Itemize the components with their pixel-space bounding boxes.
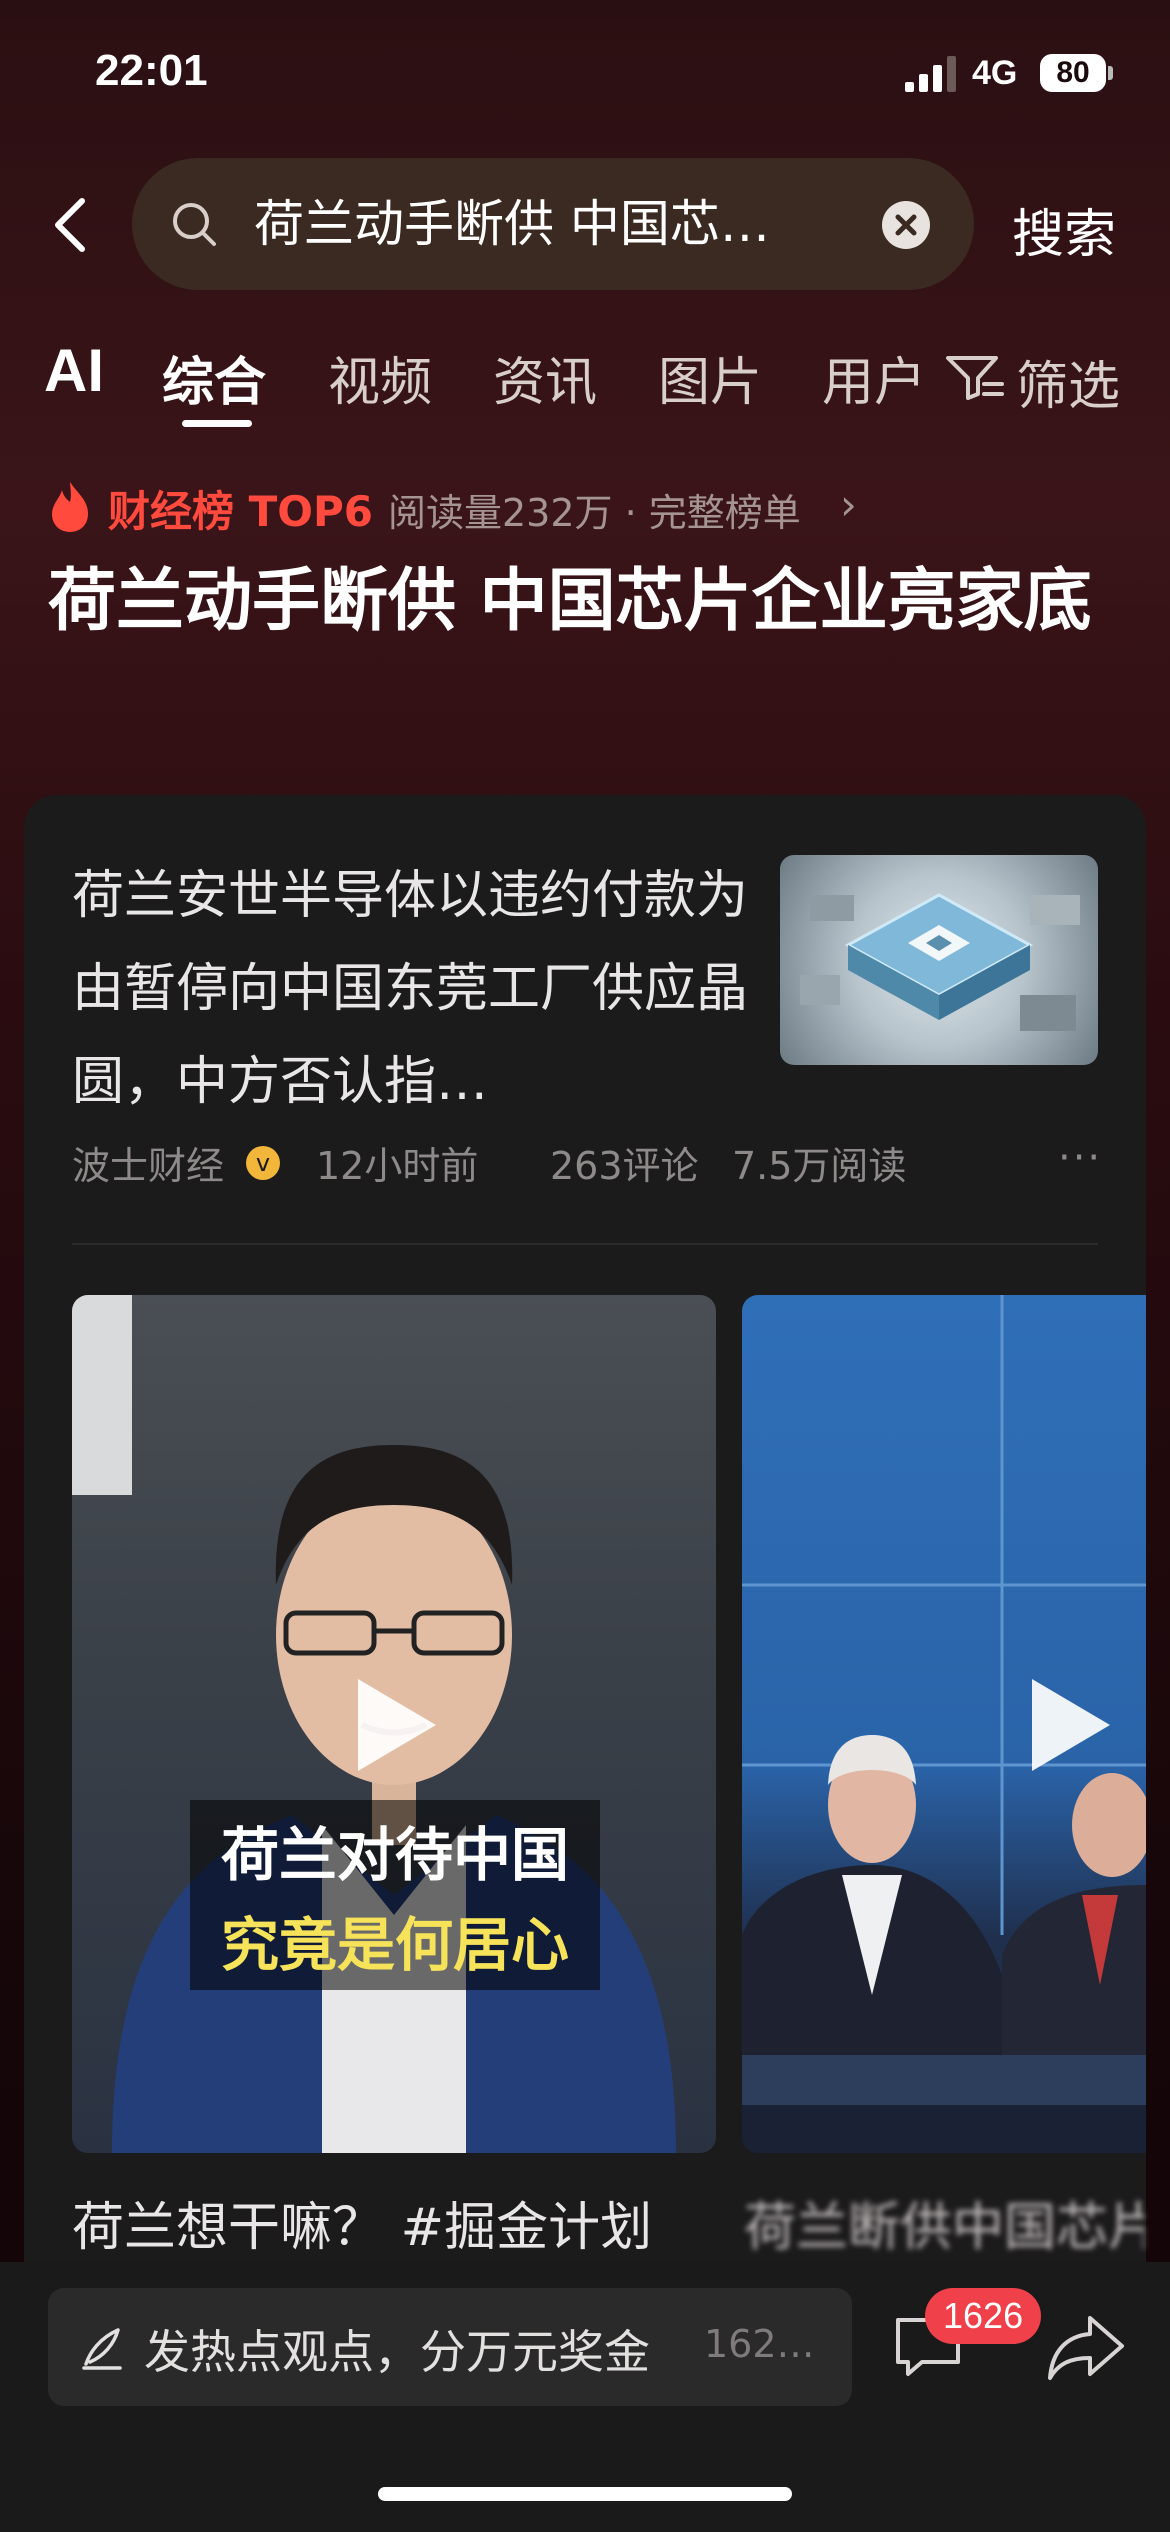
comment-placeholder: 发热点观点，分万元奖金 [144, 2325, 650, 2379]
video-caption-line-1: 荷兰对待中国 [220, 1821, 569, 1889]
search-input[interactable]: 荷兰动手断供 中国芯… [132, 158, 974, 290]
video-title-1[interactable]: 荷兰想干嘛？ #掘金计划 [72, 2185, 652, 2260]
pen-icon [82, 2328, 122, 2370]
article-comments: 263评论 [550, 1144, 699, 1188]
status-bar: 22:01 4G 80 [0, 0, 1170, 150]
search-tabs: AI 综合 视频 资讯 图片 用户 筛选 [0, 330, 1170, 440]
hot-list-read-info[interactable]: 阅读量232万 · 完整榜单 [388, 482, 801, 537]
filter-icon [946, 356, 1004, 400]
topic-title[interactable]: 荷兰动手断供 中国芯片企业亮家底 [48, 554, 1128, 650]
video-caption-line-2: 究竟是何居心 [220, 1911, 569, 1979]
comment-count-badge: 1626 [925, 2288, 1042, 2344]
network-type: 4G [972, 54, 1018, 92]
play-icon[interactable] [358, 1679, 436, 1771]
hot-list-row[interactable]: 财经榜 TOP6 阅读量232万 · 完整榜单 › [48, 478, 1148, 538]
active-tab-indicator [182, 420, 252, 427]
video-card-2[interactable] [742, 1295, 1146, 2153]
verified-icon: v [246, 1146, 280, 1180]
tab-images[interactable]: 图片 [658, 340, 762, 415]
bottom-bar: 发热点观点，分万元奖金 162… 1626 [0, 2262, 1170, 2532]
tab-users[interactable]: 用户 [822, 340, 922, 415]
status-time: 22:01 [95, 46, 208, 95]
chevron-right-icon: › [840, 480, 857, 529]
article-title[interactable]: 荷兰安世半导体以违约付款为由暂停向中国东莞工厂供应晶圆，中方否认指… [72, 850, 752, 1129]
video-card-1[interactable]: 荷兰对待中国 究竟是何居心 [72, 1295, 716, 2153]
search-icon [173, 203, 216, 246]
article-meta: 波士财经 v 12小时前 263评论 7.5万阅读 ··· [72, 1135, 1102, 1191]
share-icon[interactable] [1046, 2312, 1126, 2382]
article-source[interactable]: 波士财经 [72, 1135, 224, 1190]
video-caption: 荷兰对待中国 究竟是何居心 [190, 1800, 600, 1990]
signal-icon [905, 56, 956, 92]
hot-list-label: 财经榜 TOP6 [108, 487, 373, 536]
back-arrow-icon[interactable] [48, 195, 98, 255]
battery-tip [1108, 66, 1113, 80]
search-button[interactable]: 搜索 [1012, 192, 1116, 267]
battery-icon: 80 [1040, 54, 1106, 92]
comment-count-hint: 162… [704, 2322, 815, 2366]
article-thumbnail[interactable] [780, 855, 1098, 1065]
video-title-2[interactable]: 荷兰断供中国芯片企业 [744, 2185, 1144, 2260]
more-options-icon[interactable]: ··· [1058, 1135, 1102, 1181]
play-icon[interactable] [1032, 1679, 1110, 1771]
fire-icon [52, 482, 88, 532]
search-query[interactable]: 荷兰动手断供 中国芯… [254, 192, 954, 256]
comment-input[interactable]: 发热点观点，分万元奖金 162… [48, 2288, 852, 2406]
results-card: 荷兰安世半导体以违约付款为由暂停向中国东莞工厂供应晶圆，中方否认指… 波士财经 … [24, 795, 1146, 2295]
divider [72, 1243, 1098, 1245]
tab-video[interactable]: 视频 [328, 340, 432, 415]
tab-ai[interactable]: AI [44, 336, 104, 405]
home-indicator [378, 2487, 792, 2501]
article-reads: 7.5万阅读 [732, 1144, 907, 1188]
tab-comprehensive[interactable]: 综合 [162, 340, 266, 415]
clear-search-icon[interactable] [882, 201, 930, 249]
article-time: 12小时前 [316, 1144, 479, 1188]
filter-label: 筛选 [1016, 357, 1121, 417]
tab-news[interactable]: 资讯 [493, 340, 597, 415]
